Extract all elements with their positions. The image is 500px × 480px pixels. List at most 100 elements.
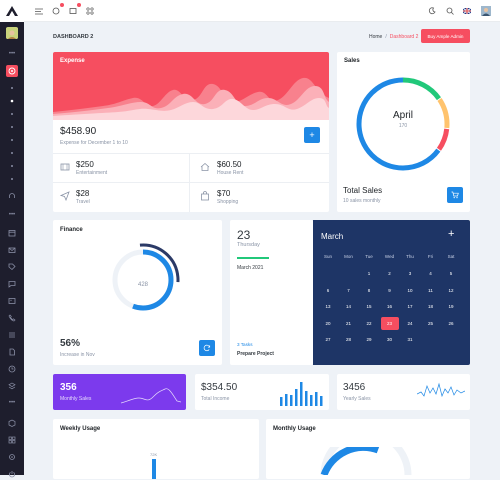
- calendar-day[interactable]: 4: [424, 271, 438, 276]
- sidebar-subitem-2[interactable]: [6, 95, 18, 107]
- calendar-day[interactable]: 28: [342, 337, 356, 342]
- calendar-day[interactable]: 10: [403, 288, 417, 293]
- expense-subtitle: Expense for December 1 to 10: [60, 140, 128, 146]
- sidebar-item-calendar[interactable]: [6, 227, 18, 239]
- calendar-day[interactable]: 18: [424, 304, 438, 309]
- calendar-day[interactable]: 8: [362, 288, 376, 293]
- sidebar-item-images[interactable]: [6, 295, 18, 307]
- calendar-day[interactable]: 16: [383, 304, 397, 309]
- sidebar-item-clock[interactable]: [6, 363, 18, 375]
- menu-toggle-icon[interactable]: [33, 5, 45, 17]
- yearly-sales-label: Yearly Sales: [343, 396, 371, 402]
- sidebar-item-lists[interactable]: [6, 329, 18, 341]
- sidebar-item-box[interactable]: [6, 417, 18, 429]
- logo[interactable]: [0, 0, 24, 22]
- monthly-usage-card: Monthly Usage: [266, 419, 470, 479]
- expense-item-amount: $28: [76, 189, 90, 198]
- add-expense-button[interactable]: +: [304, 127, 320, 143]
- top-navbar: [0, 0, 500, 22]
- date-weekday: Thursday: [237, 242, 260, 248]
- sidebar-item-settings[interactable]: [6, 451, 18, 463]
- date-tasks-count[interactable]: 3 Tasks: [237, 342, 253, 347]
- date-task-name: Prepare Project: [237, 351, 274, 357]
- sidebar-subitem-5[interactable]: [6, 134, 18, 146]
- monthly-usage-donut: [320, 447, 412, 475]
- weekly-usage-title: Weekly Usage: [60, 426, 101, 432]
- breadcrumb-separator: /: [385, 34, 387, 40]
- calendar-day[interactable]: 11: [424, 288, 438, 293]
- finance-center-value: 428: [137, 282, 148, 288]
- sidebar-item-email[interactable]: [6, 244, 18, 256]
- calendar-day[interactable]: 1: [362, 271, 376, 276]
- film-icon: [60, 163, 70, 171]
- image-icon: [8, 298, 16, 304]
- calendar-day[interactable]: 31: [403, 337, 417, 342]
- calendar-day[interactable]: 20: [321, 321, 335, 326]
- apps-icon[interactable]: [84, 5, 96, 17]
- sidebar-item-grid[interactable]: [6, 434, 18, 446]
- calendar-day[interactable]: 3: [403, 271, 417, 276]
- chat-icon: [8, 281, 16, 288]
- calendar-day[interactable]: 23: [380, 316, 399, 330]
- calendar-day[interactable]: 7: [342, 288, 356, 293]
- breadcrumb-home[interactable]: Home: [369, 34, 382, 40]
- calendar-day[interactable]: 19: [444, 304, 458, 309]
- dashboard-icon: [8, 67, 16, 75]
- calendar-day[interactable]: 25: [424, 321, 438, 326]
- expense-title: Expense: [60, 58, 85, 64]
- calendar-day[interactable]: 5: [444, 271, 458, 276]
- sidebar-avatar[interactable]: [6, 27, 18, 39]
- sidebar-item-layers[interactable]: [6, 380, 18, 392]
- calendar-day[interactable]: 27: [321, 337, 335, 342]
- calendar-day[interactable]: 21: [342, 321, 356, 326]
- calendar-day[interactable]: 15: [362, 304, 376, 309]
- sidebar-item-phone[interactable]: [6, 312, 18, 324]
- buy-button[interactable]: Buy Ample Admin: [421, 29, 470, 43]
- sidebar-subitem-8[interactable]: [6, 173, 18, 185]
- calendar-day[interactable]: 26: [444, 321, 458, 326]
- user-avatar[interactable]: [480, 5, 492, 17]
- calendar-weekday: Thu: [406, 254, 414, 259]
- sales-title: Sales: [344, 58, 360, 64]
- sales-card: Sales April 170 Total Sales 10 sales mon…: [337, 52, 470, 212]
- divider: [53, 182, 329, 183]
- cart-button[interactable]: [447, 187, 463, 203]
- calendar-day[interactable]: 17: [403, 304, 417, 309]
- calendar-day[interactable]: 2: [383, 271, 397, 276]
- finance-refresh-button[interactable]: [199, 340, 215, 356]
- sidebar-subitem-4[interactable]: [6, 121, 18, 133]
- sidebar-item-support[interactable]: [6, 190, 18, 202]
- calendar-day[interactable]: 9: [383, 288, 397, 293]
- expense-item-label: House Rent: [217, 170, 244, 176]
- calendar-day[interactable]: 12: [444, 288, 458, 293]
- notification-icon[interactable]: [50, 3, 64, 17]
- sidebar-subitem-1[interactable]: [6, 82, 18, 94]
- calendar-day[interactable]: 24: [403, 321, 417, 326]
- calendar-weekday: Mon: [344, 254, 353, 259]
- sales-center-month: April: [392, 110, 413, 121]
- calendar-day[interactable]: 6: [321, 288, 335, 293]
- calendar-add-button[interactable]: +: [448, 228, 454, 240]
- yearly-sales-sparkline: [417, 382, 465, 398]
- calendar-day[interactable]: 13: [321, 304, 335, 309]
- sidebar-item-chat[interactable]: [6, 278, 18, 290]
- sidebar-section-dots-2: •••: [8, 212, 16, 218]
- sidebar-item-tags[interactable]: [6, 261, 18, 273]
- calendar-day[interactable]: 30: [383, 337, 397, 342]
- calendar-day[interactable]: 29: [362, 337, 376, 342]
- sidebar-item-logout[interactable]: [6, 468, 18, 480]
- sidebar-subitem-7[interactable]: [6, 160, 18, 172]
- sales-center-value: 170: [398, 123, 408, 129]
- sidebar-item-dashboard[interactable]: [6, 65, 18, 77]
- dark-mode-icon[interactable]: [426, 5, 438, 17]
- calendar-day[interactable]: 14: [342, 304, 356, 309]
- mail-icon[interactable]: [67, 3, 81, 17]
- sidebar-subitem-3[interactable]: [6, 108, 18, 120]
- sidebar-subitem-6[interactable]: [6, 147, 18, 159]
- language-flag-icon[interactable]: [461, 5, 473, 17]
- search-icon[interactable]: [444, 5, 456, 17]
- sidebar-item-files[interactable]: [6, 346, 18, 358]
- yearly-sales-value: 3456: [343, 382, 366, 393]
- headphones-icon: [9, 193, 15, 198]
- calendar-day[interactable]: 22: [362, 321, 376, 326]
